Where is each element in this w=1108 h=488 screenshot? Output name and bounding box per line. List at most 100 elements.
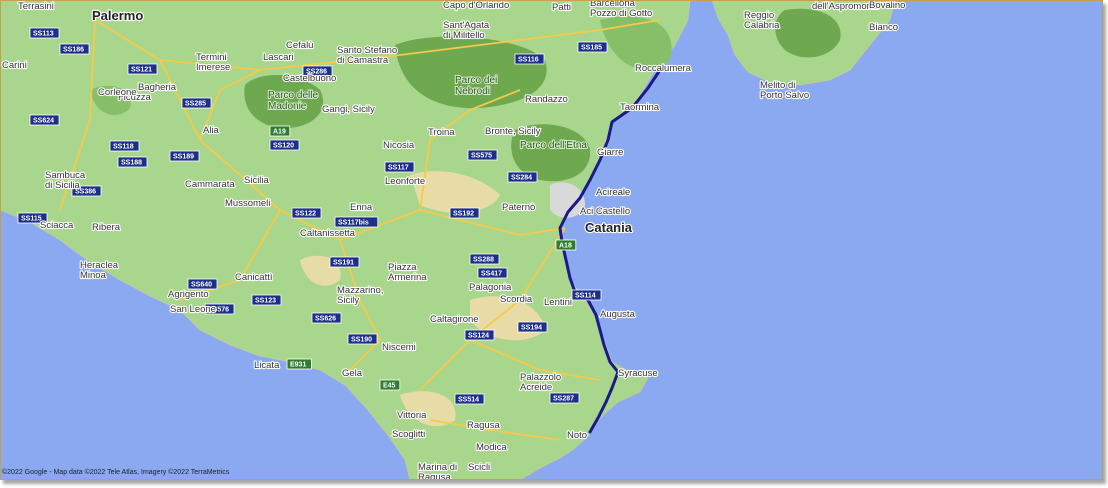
place-label[interactable]: Caltagirone (429, 313, 480, 326)
place-label[interactable]: Palagonia (468, 281, 513, 294)
place-label[interactable]: Bianco (868, 21, 899, 34)
road-shield-ss514: SS514 (454, 393, 485, 405)
place-label[interactable]: Castelbuono (282, 72, 338, 85)
road-shield-label: A19 (273, 129, 286, 136)
road-shield-ss114: SS114 (571, 289, 602, 301)
place-label[interactable]: Sant'Agata di Militello (442, 19, 491, 42)
road-shield-label: A18 (559, 243, 572, 250)
place-label[interactable]: Scordia (499, 293, 534, 306)
place-label[interactable]: Taormina (619, 101, 661, 114)
place-label[interactable]: Randazzo (524, 93, 569, 106)
road-shield-ss284: SS284 (507, 171, 538, 183)
road-shield-label: SS640 (191, 282, 212, 289)
place-label[interactable]: Ragusa (466, 419, 502, 432)
place-label[interactable]: Canicattì (234, 271, 274, 284)
road-shield-label: SS186 (63, 47, 84, 54)
place-label[interactable]: Mussomeli (224, 197, 272, 210)
place-label[interactable]: Sambuca di Sicilia (44, 169, 87, 192)
road-shield-ss186: SS186 (59, 43, 90, 55)
place-label[interactable]: Sicilia (243, 174, 271, 187)
place-label[interactable]: Sciacca (39, 219, 75, 232)
place-label[interactable]: Niscemi (381, 341, 417, 354)
place-label[interactable]: Ribera (91, 221, 122, 234)
place-label[interactable]: Carini (1, 59, 28, 72)
road-shield-e45: E45 (379, 379, 401, 391)
place-label[interactable]: Scoglitti (391, 428, 426, 441)
place-label[interactable]: Agrigento (167, 288, 210, 301)
place-label[interactable]: Enna (349, 201, 374, 214)
road-shield-a19: A19 (269, 125, 291, 137)
place-label[interactable]: Nicosia (382, 139, 416, 152)
place-label[interactable]: Aci Castello (579, 205, 631, 218)
place-label[interactable]: Vittoria (396, 409, 428, 422)
road-shield-ss417: SS417 (477, 267, 508, 279)
road-shield-ss116: SS116 (514, 53, 545, 65)
map-canvas[interactable]: SS113SS186SS121SS285SS624SS118SS188SS386… (0, 0, 1103, 480)
road-shield-label: SS285 (185, 101, 206, 108)
map-copyright: ©2022 Google - Map data ©2022 Tele Atlas… (2, 469, 230, 476)
road-shield-label: SS185 (581, 45, 602, 52)
place-label[interactable]: Cammarata (184, 178, 237, 191)
road-shield-label: SS114 (575, 293, 596, 300)
place-label[interactable]: Termini Imerese (195, 51, 232, 74)
road-shield-label: SS287 (553, 396, 574, 403)
place-label[interactable]: Alia (202, 124, 221, 137)
road-shield-ss118: SS118 (109, 140, 140, 152)
road-shield-ss624: SS624 (29, 114, 60, 126)
place-label[interactable]: Troina (427, 126, 456, 139)
place-label[interactable]: San Leone (169, 303, 217, 316)
place-label[interactable]: Lentini (543, 296, 573, 309)
road-shield-label: SS624 (33, 118, 54, 125)
place-label[interactable]: Giarre (596, 146, 625, 159)
place-label[interactable]: Patti (551, 1, 572, 14)
place-label[interactable]: Capo d'Orlando (442, 0, 510, 12)
road-shield-ss192: SS192 (449, 207, 480, 219)
place-label[interactable]: Caltanissetta (299, 227, 357, 240)
road-shield-ss117: SS117 (384, 161, 415, 173)
road-shield-label: SS417 (481, 271, 502, 278)
place-label[interactable]: Lascari (262, 51, 295, 64)
road-shield-label: SS514 (458, 397, 479, 404)
place-label[interactable]: Catania (584, 219, 634, 236)
road-shield-label: SS115 (21, 216, 42, 223)
road-shield-label: SS122 (295, 211, 316, 218)
place-label[interactable]: Santo Stefano di Camastra (336, 44, 398, 67)
place-label[interactable]: Bovalino (868, 0, 907, 12)
place-label[interactable]: Acireale (595, 186, 632, 199)
place-label[interactable]: Leonforte (384, 175, 426, 188)
place-label[interactable]: Modica (475, 441, 509, 454)
road-shield-ss121: SS121 (127, 63, 158, 75)
place-label[interactable]: Bronte, Sicily (484, 125, 542, 138)
place-label[interactable]: Palermo (91, 7, 145, 24)
place-label[interactable]: Terrasini (17, 0, 55, 13)
place-label[interactable]: Cefalù (285, 39, 315, 52)
road-shield-ss194: SS194 (517, 321, 548, 333)
map-frame: SS113 SS186 SS121 SS285 SS624 SS118 SS188 SS386… (0, 0, 1103, 480)
place-label[interactable]: Paternò (501, 201, 536, 214)
road-shield-label: SS189 (173, 154, 194, 161)
place-label[interactable]: Roccalumera (634, 62, 693, 75)
place-label[interactable]: Gangi, Sicily (321, 103, 376, 116)
place-label[interactable]: Noto (566, 429, 588, 442)
road-shield-label: SS192 (453, 211, 474, 218)
place-label[interactable]: Licata (253, 359, 281, 372)
road-shield-label: SS288 (473, 257, 494, 264)
road-shield-label: SS117 (388, 165, 409, 172)
road-shield-a18: A18 (555, 239, 577, 251)
road-shield-label: SS191 (333, 260, 354, 267)
road-shield-label: SS117bis (338, 220, 369, 227)
road-shield-ss124: SS124 (464, 329, 495, 341)
road-shield-label: SS113 (33, 31, 54, 38)
place-label[interactable]: Corleone (97, 86, 138, 99)
road-shield-ss117bis: SS117bis (334, 216, 379, 228)
road-shield-ss287: SS287 (549, 392, 580, 404)
park-label[interactable]: Parco dell'Etna (519, 139, 588, 152)
road-shield-label: SS575 (471, 153, 492, 160)
place-label[interactable]: Gela (341, 367, 364, 380)
road-shield-ss123: SS123 (251, 294, 282, 306)
road-shield-e931: E931 (286, 358, 312, 370)
place-label[interactable]: Scicli (467, 461, 491, 474)
road-shield-label: E45 (383, 383, 396, 390)
place-label[interactable]: Augusta (599, 308, 637, 321)
place-label[interactable]: Syracuse (617, 367, 659, 380)
